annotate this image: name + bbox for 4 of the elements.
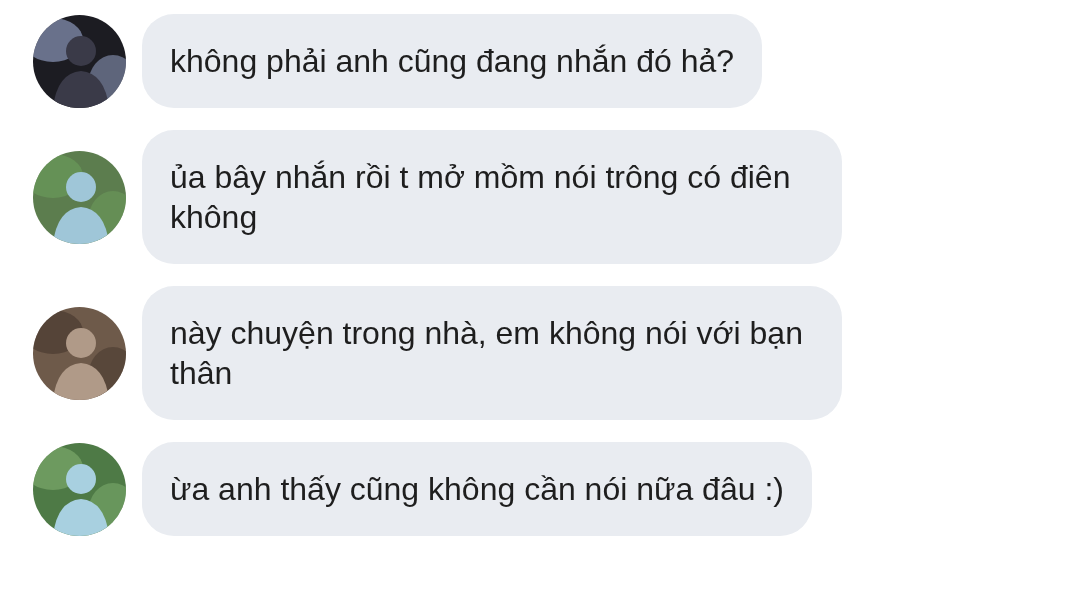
- message-bubble: ủa bây nhắn rồi t mở mồm nói trông có điên không: [142, 130, 842, 264]
- message-bubble: không phải anh cũng đang nhắn đó hả?: [142, 14, 763, 108]
- message-bubble: này chuyện trong nhà, em không nói với bạn thân: [142, 286, 842, 420]
- message-bubble: ừa anh thấy cũng không cần nói nữa đâu :): [142, 442, 812, 536]
